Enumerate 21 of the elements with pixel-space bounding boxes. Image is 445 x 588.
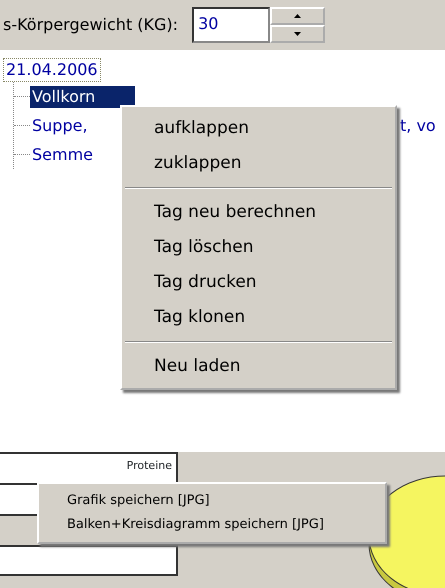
menu-item[interactable]: Balken+Kreisdiagramm speichern [JPG] [39,513,385,537]
menu-item[interactable]: zuklappen [122,146,395,181]
spin-down-button[interactable] [270,25,326,43]
tree-item[interactable]: Vollkorn [30,86,136,108]
menu-item[interactable]: Tag drucken [122,265,395,300]
tree-root-item[interactable]: 21.04.2006 [3,58,101,82]
up-arrow-icon [294,14,302,18]
number-field[interactable]: 30 [192,7,270,43]
spin-up-button[interactable] [270,7,326,25]
menu-item[interactable]: Tag löschen [122,230,395,265]
down-arrow-icon [294,32,302,36]
field-label: s-Körpergewicht (KG): [3,14,178,36]
menu-item[interactable]: aufklappen [122,111,395,146]
menu-item[interactable]: Neu laden [122,349,395,384]
menu-item[interactable]: Grafik speichern [JPG] [39,489,385,513]
table-cell: Proteine [0,452,178,483]
tree-item[interactable]: Suppe, [30,114,90,136]
tree-item[interactable]: Semme [30,144,96,166]
tree-item-text: t, vo [400,114,436,136]
menu-item[interactable]: Tag klonen [122,300,395,335]
menu-item[interactable]: Tag neu berechnen [122,195,395,230]
